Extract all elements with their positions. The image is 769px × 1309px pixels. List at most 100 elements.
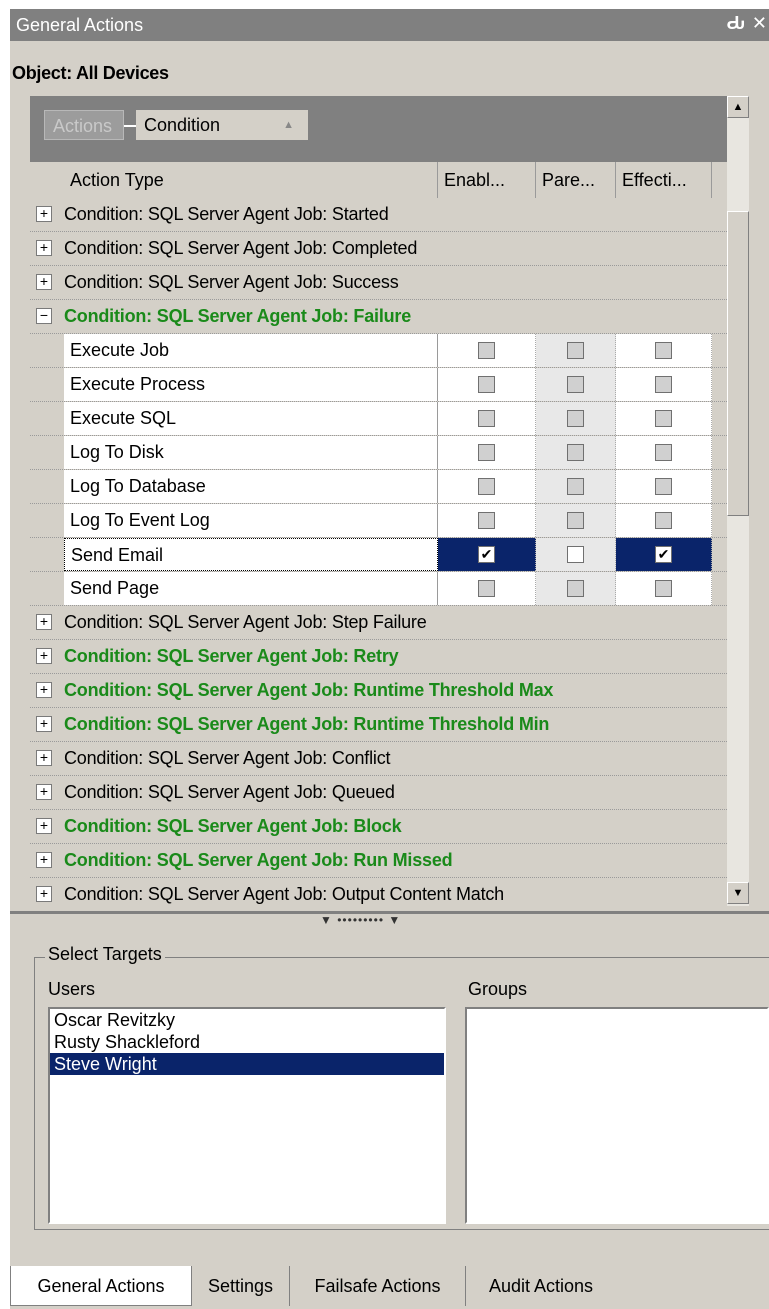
expand-icon[interactable]: +: [36, 886, 52, 902]
action-row[interactable]: Send Email ✔ ✔: [30, 538, 727, 572]
tab-settings[interactable]: Settings: [192, 1266, 290, 1306]
check-cell: [438, 504, 536, 537]
column-header-effective[interactable]: Effecti...: [616, 162, 712, 198]
effective-checkbox[interactable]: [655, 444, 672, 461]
effective-checkbox[interactable]: [655, 478, 672, 495]
check-cell: [438, 402, 536, 435]
enabled-checkbox[interactable]: [478, 444, 495, 461]
group-row[interactable]: + Condition: SQL Server Agent Job: Starte…: [30, 198, 727, 232]
user-list-item[interactable]: Oscar Revitzky: [50, 1009, 444, 1031]
expand-icon[interactable]: +: [36, 852, 52, 868]
pin-icon[interactable]: Ԃ: [726, 13, 745, 34]
tab-failsafe-actions[interactable]: Failsafe Actions: [290, 1266, 466, 1306]
user-list-item[interactable]: Rusty Shackleford: [50, 1031, 444, 1053]
splitter-grip-icon[interactable]: ▼ ••••••••• ▼: [320, 913, 401, 927]
group-row[interactable]: + Condition: SQL Server Agent Job: Output…: [30, 878, 727, 906]
parent-checkbox[interactable]: [567, 376, 584, 393]
effective-checkbox[interactable]: [655, 580, 672, 597]
enabled-checkbox[interactable]: [478, 410, 495, 427]
users-listbox[interactable]: Oscar Revitzky Rusty Shackleford Steve Wri…: [48, 1007, 446, 1224]
enabled-checkbox[interactable]: [478, 342, 495, 359]
select-targets-legend: Select Targets: [45, 944, 165, 965]
collapse-icon[interactable]: −: [36, 308, 52, 324]
panel-title: General Actions: [16, 15, 144, 35]
group-row[interactable]: + Condition: SQL Server Agent Job: Step F…: [30, 606, 727, 640]
tab-general-actions[interactable]: General Actions: [10, 1266, 192, 1306]
check-cell: [536, 470, 616, 503]
parent-checkbox[interactable]: [567, 342, 584, 359]
user-list-item[interactable]: Steve Wright: [50, 1053, 444, 1075]
group-chip-condition[interactable]: Condition ▲: [136, 110, 308, 140]
scroll-thumb[interactable]: [727, 211, 749, 516]
expand-icon[interactable]: +: [36, 818, 52, 834]
action-row[interactable]: Execute SQL: [30, 402, 727, 436]
enabled-checkbox[interactable]: ✔: [478, 546, 495, 563]
parent-checkbox[interactable]: [567, 546, 584, 563]
group-row[interactable]: + Condition: SQL Server Agent Job: Succes…: [30, 266, 727, 300]
group-row[interactable]: + Condition: SQL Server Agent Job: Runtim…: [30, 708, 727, 742]
parent-checkbox[interactable]: [567, 444, 584, 461]
grid-header: Action Type Enabl... Pare... Effecti...: [30, 162, 727, 198]
group-row[interactable]: + Condition: SQL Server Agent Job: Runtim…: [30, 674, 727, 708]
check-cell: [438, 368, 536, 401]
close-icon[interactable]: ✕: [752, 13, 767, 34]
effective-checkbox[interactable]: [655, 512, 672, 529]
tab-audit-actions[interactable]: Audit Actions: [466, 1266, 616, 1306]
expand-icon[interactable]: +: [36, 648, 52, 664]
expand-icon[interactable]: +: [36, 750, 52, 766]
group-row[interactable]: + Condition: SQL Server Agent Job: Comple…: [30, 232, 727, 266]
action-row[interactable]: Log To Database: [30, 470, 727, 504]
action-type-cell: Send Email: [64, 538, 438, 571]
enabled-checkbox[interactable]: [478, 580, 495, 597]
expand-icon[interactable]: +: [36, 614, 52, 630]
column-header-enabled[interactable]: Enabl...: [438, 162, 536, 198]
group-row[interactable]: + Condition: SQL Server Agent Job: Confli…: [30, 742, 727, 776]
users-label: Users: [48, 979, 96, 999]
effective-checkbox[interactable]: [655, 376, 672, 393]
check-cell: [536, 368, 616, 401]
check-cell: [616, 504, 712, 537]
action-row[interactable]: Log To Event Log: [30, 504, 727, 538]
group-row[interactable]: + Condition: SQL Server Agent Job: Retry: [30, 640, 727, 674]
group-row-label: Condition: SQL Server Agent Job: Queued: [64, 782, 395, 802]
group-row-label: Condition: SQL Server Agent Job: Step Fa…: [64, 612, 427, 632]
group-row[interactable]: + Condition: SQL Server Agent Job: Run Mi…: [30, 844, 727, 878]
groups-listbox[interactable]: [465, 1007, 769, 1224]
expand-icon[interactable]: +: [36, 274, 52, 290]
group-chip-actions[interactable]: Actions: [44, 110, 124, 140]
effective-checkbox[interactable]: ✔: [655, 546, 672, 563]
expand-icon[interactable]: +: [36, 206, 52, 222]
parent-checkbox[interactable]: [567, 478, 584, 495]
scroll-up-icon[interactable]: ▲: [727, 96, 749, 118]
enabled-checkbox[interactable]: [478, 376, 495, 393]
action-row[interactable]: Execute Process: [30, 368, 727, 402]
column-header-action-type[interactable]: Action Type: [30, 162, 438, 198]
effective-checkbox[interactable]: [655, 342, 672, 359]
parent-checkbox[interactable]: [567, 512, 584, 529]
group-row[interactable]: + Condition: SQL Server Agent Job: Block: [30, 810, 727, 844]
group-row[interactable]: − Condition: SQL Server Agent Job: Failur…: [30, 300, 727, 334]
effective-checkbox[interactable]: [655, 410, 672, 427]
panel-splitter[interactable]: ▼ ••••••••• ▼: [10, 911, 769, 927]
action-row[interactable]: Send Page: [30, 572, 727, 606]
check-cell: [536, 402, 616, 435]
enabled-checkbox[interactable]: [478, 512, 495, 529]
expand-icon[interactable]: +: [36, 716, 52, 732]
parent-checkbox[interactable]: [567, 410, 584, 427]
expand-icon[interactable]: +: [36, 682, 52, 698]
general-actions-panel: General Actions Ԃ ✕ Object: All Devices …: [10, 9, 769, 1309]
parent-checkbox[interactable]: [567, 580, 584, 597]
group-row[interactable]: + Condition: SQL Server Agent Job: Queued: [30, 776, 727, 810]
action-row[interactable]: Execute Job: [30, 334, 727, 368]
group-row-label: Condition: SQL Server Agent Job: Failure: [64, 306, 412, 326]
expand-icon[interactable]: +: [36, 784, 52, 800]
group-by-bar: Actions Condition ▲: [30, 96, 727, 162]
scroll-down-icon[interactable]: ▼: [727, 882, 749, 904]
grid-vertical-scrollbar[interactable]: ▲ ▼: [727, 96, 749, 906]
group-row-label: Condition: SQL Server Agent Job: Complet…: [64, 238, 418, 258]
expand-icon[interactable]: +: [36, 240, 52, 256]
enabled-checkbox[interactable]: [478, 478, 495, 495]
groups-label: Groups: [468, 979, 528, 999]
column-header-parent[interactable]: Pare...: [536, 162, 616, 198]
action-row[interactable]: Log To Disk: [30, 436, 727, 470]
